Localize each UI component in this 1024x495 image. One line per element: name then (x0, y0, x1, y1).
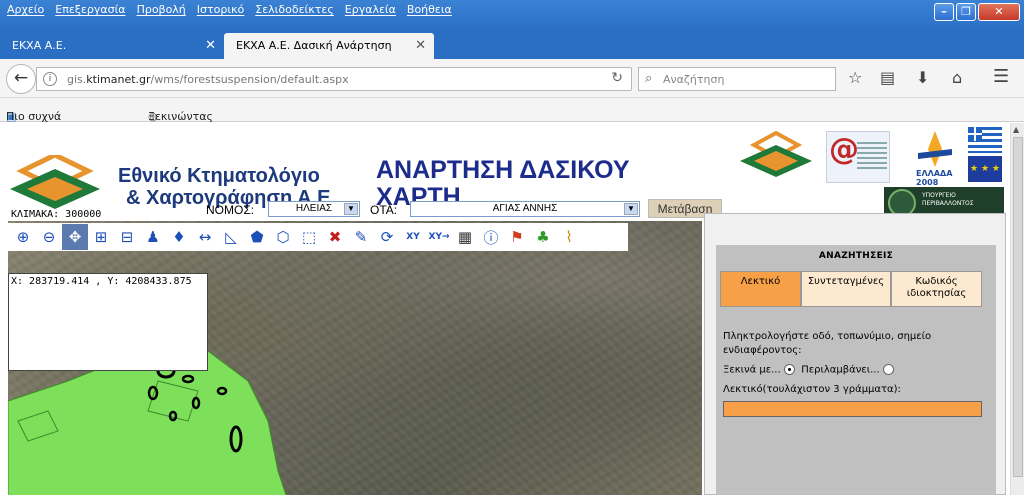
home-icon[interactable]: ⌂ (952, 68, 962, 87)
search-input[interactable]: ⌕ Αναζήτηση (638, 67, 836, 91)
nomos-select[interactable]: ΗΛΕΙΑΣ ▼ (268, 201, 360, 217)
browser-window: Αρχείο Επεξεργασία Προβολή Ιστορικό Σελι… (0, 0, 1024, 495)
greece-map-icon[interactable]: ♦ (166, 224, 192, 250)
menu-edit[interactable]: Επεξεργασία (52, 3, 133, 16)
chevron-down-icon: ▼ (344, 203, 358, 215)
sun-icon (918, 131, 952, 167)
menu-view[interactable]: Προβολή (134, 3, 194, 16)
bookmarks-bar: ▣ Πιο συχνά αναγνωσμ... ◍ Ξεκινώντας (0, 98, 1024, 136)
ota-value: ΑΓΙΑΣ ΑΝΝΗΣ (492, 203, 558, 214)
nomos-value: ΗΛΕΙΑΣ (295, 203, 333, 214)
reload-icon[interactable]: ↻ (611, 70, 623, 86)
menu-bar: Αρχείο Επεξεργασία Προβολή Ιστορικό Σελι… (4, 3, 460, 16)
menu-file[interactable]: Αρχείο (4, 3, 52, 16)
search-icon: ⌕ (645, 71, 653, 86)
pan-icon[interactable]: ✥ (62, 224, 88, 250)
info-icon[interactable]: i (43, 72, 57, 86)
cadastre-logo (10, 155, 100, 209)
measure-line-icon[interactable]: ↔ (192, 224, 218, 250)
greece-2008-logo: ΕΛΛΑΔΑ 2008 (912, 129, 958, 187)
tab-property-code[interactable]: Κωδικός ιδιοκτησίας (891, 271, 982, 307)
broom-icon[interactable]: ⌇ (556, 224, 582, 250)
radio-contains-label: Περιλαμβάνει... (801, 364, 880, 376)
tab-text-search[interactable]: Λεκτικό (720, 271, 801, 307)
menu-tools[interactable]: Εργαλεία (342, 3, 404, 16)
menu-history[interactable]: Ιστορικό (194, 3, 253, 16)
polygon-icon[interactable]: ⬟ (244, 224, 270, 250)
cadastre-small-logo (740, 131, 812, 177)
reader-icon[interactable]: ▤ (880, 68, 895, 87)
draw-icon[interactable]: ✎ (348, 224, 374, 250)
coordinates-readout: X: 283719.414 , Y: 4208433.875 (11, 276, 192, 287)
radio-contains[interactable] (882, 364, 894, 375)
search-text-field[interactable] (723, 401, 982, 417)
chevron-down-icon: ▼ (624, 203, 638, 215)
back-arrow-icon: ← (13, 68, 29, 88)
star-icon[interactable]: ☆ (848, 68, 862, 87)
back-button[interactable]: ← (6, 64, 36, 94)
match-mode-radios: Ξεκινά με... Περιλαμβάνει... (723, 364, 894, 376)
zoom-box-in-icon[interactable]: ⊞ (88, 224, 114, 250)
tab-forest-map[interactable]: ΕΚΧΑ Α.Ε. Δασική Ανάρτηση ✕ (224, 33, 434, 59)
navigation-bar: ← i gis.ktimanet.gr/wms/forestsuspension… (0, 59, 1024, 98)
url-bar[interactable]: i gis.ktimanet.gr/wms/forestsuspension/d… (36, 67, 632, 91)
eu-flag-icon: ★ ★ ★ (968, 156, 1002, 182)
ministry-text: ΥΠΟΥΡΓΕΙΟ ΠΕΡΙΒΑΛΛΟΝΤΟΣ (922, 192, 974, 207)
tab-strip: ΕΚΧΑ Α.Ε. ✕ ΕΚΧΑ Α.Ε. Δασική Ανάρτηση ✕ … (0, 30, 1024, 83)
measure-angle-icon[interactable]: ◺ (218, 224, 244, 250)
menu-help[interactable]: Βοήθεια (404, 3, 460, 16)
nomos-label: ΝΟΜΟΣ: (206, 203, 255, 217)
minimize-button[interactable]: – (934, 3, 954, 21)
at-icon: @ (829, 132, 859, 167)
menu-bookmarks[interactable]: Σελιδοδείκτες (252, 3, 342, 16)
tree-icon[interactable]: ♣ (530, 224, 556, 250)
scroll-thumb[interactable] (1013, 137, 1023, 477)
scroll-up-icon[interactable]: ▲ (1013, 125, 1019, 134)
title-bar: Αρχείο Επεξεργασία Προβολή Ιστορικό Σελι… (0, 0, 1024, 30)
flag-icon[interactable]: ⚑ (504, 224, 530, 250)
ota-select[interactable]: ΑΓΙΑΣ ΑΝΝΗΣ ▼ (410, 201, 640, 217)
tab-ekxa[interactable]: ΕΚΧΑ Α.Ε. ✕ (0, 33, 224, 59)
page-content: Εθνικό Κτηματολόγιο & Χαρτογράφηση Α.Ε. … (0, 123, 1010, 495)
download-icon[interactable]: ⬇ (916, 68, 929, 87)
greek-flag-icon (968, 127, 1002, 153)
xy-goto-icon[interactable]: XY→ (426, 224, 452, 250)
refresh-icon[interactable]: ⟳ (374, 224, 400, 250)
xy-search-icon[interactable]: XY (400, 224, 426, 250)
page-scrollbar[interactable]: ▲ (1010, 123, 1024, 495)
radio-starts-with[interactable] (783, 364, 795, 375)
window-controls: – ❐ ✕ (934, 3, 1020, 21)
ota-label: ΟΤΑ: (370, 203, 398, 217)
logo-year: ΕΛΛΑΔΑ 2008 (916, 169, 953, 187)
coordinates-box: X: 283719.414 , Y: 4208433.875 (8, 273, 208, 371)
restore-button[interactable]: ❐ (956, 3, 976, 21)
zoom-box-out-icon[interactable]: ⊟ (114, 224, 140, 250)
text-input-label: Λεκτικό(τουλάχιστον 3 γράμματα): (723, 384, 901, 395)
map-scale: ΚΛΙΜΑΚΑ: 300000 (11, 209, 102, 220)
select-icon[interactable]: ⬚ (296, 224, 322, 250)
search-panel-title: ΑΝΑΖΗΤΗΣΕΙΣ (818, 251, 894, 261)
tab-label: ΕΚΧΑ Α.Ε. Δασική Ανάρτηση (236, 39, 392, 52)
close-tab-icon[interactable]: ✕ (415, 33, 426, 59)
text-lines-icon (857, 142, 887, 172)
close-window-button[interactable]: ✕ (978, 3, 1020, 21)
close-tab-icon[interactable]: ✕ (205, 33, 216, 59)
menu-icon[interactable]: ☰ (993, 66, 1009, 87)
information-society-logo: @ (826, 131, 890, 183)
shape-icon[interactable]: ⬡ (270, 224, 296, 250)
zoom-in-icon[interactable]: ⊕ (10, 224, 36, 250)
url-text: gis.ktimanet.gr/wms/forestsuspension/def… (67, 73, 349, 86)
search-placeholder: Αναζήτηση (663, 73, 725, 86)
search-instruction: Πληκτρολογήστε οδό, τοπωνύμιο, σημείο εν… (723, 331, 932, 356)
tab-coordinates[interactable]: Συντεταγμένες (801, 271, 891, 307)
legend-icon[interactable]: ▦ (452, 224, 478, 250)
info-icon[interactable]: ⓘ (478, 224, 504, 250)
user-locate-icon[interactable]: ♟ (140, 224, 166, 250)
zoom-out-icon[interactable]: ⊖ (36, 224, 62, 250)
delete-icon[interactable]: ✖ (322, 224, 348, 250)
map-toolbar: ⊕ ⊖ ✥ ⊞ ⊟ ♟ ♦ ↔ ◺ ⬟ ⬡ ⬚ ✖ ✎ ⟳ XY XY→ ▦ ⓘ… (8, 223, 628, 251)
brand-line1: Εθνικό Κτηματολόγιο (118, 165, 320, 187)
radio-starts-with-label: Ξεκινά με... (723, 364, 781, 376)
tab-label: ΕΚΧΑ Α.Ε. (12, 39, 67, 52)
